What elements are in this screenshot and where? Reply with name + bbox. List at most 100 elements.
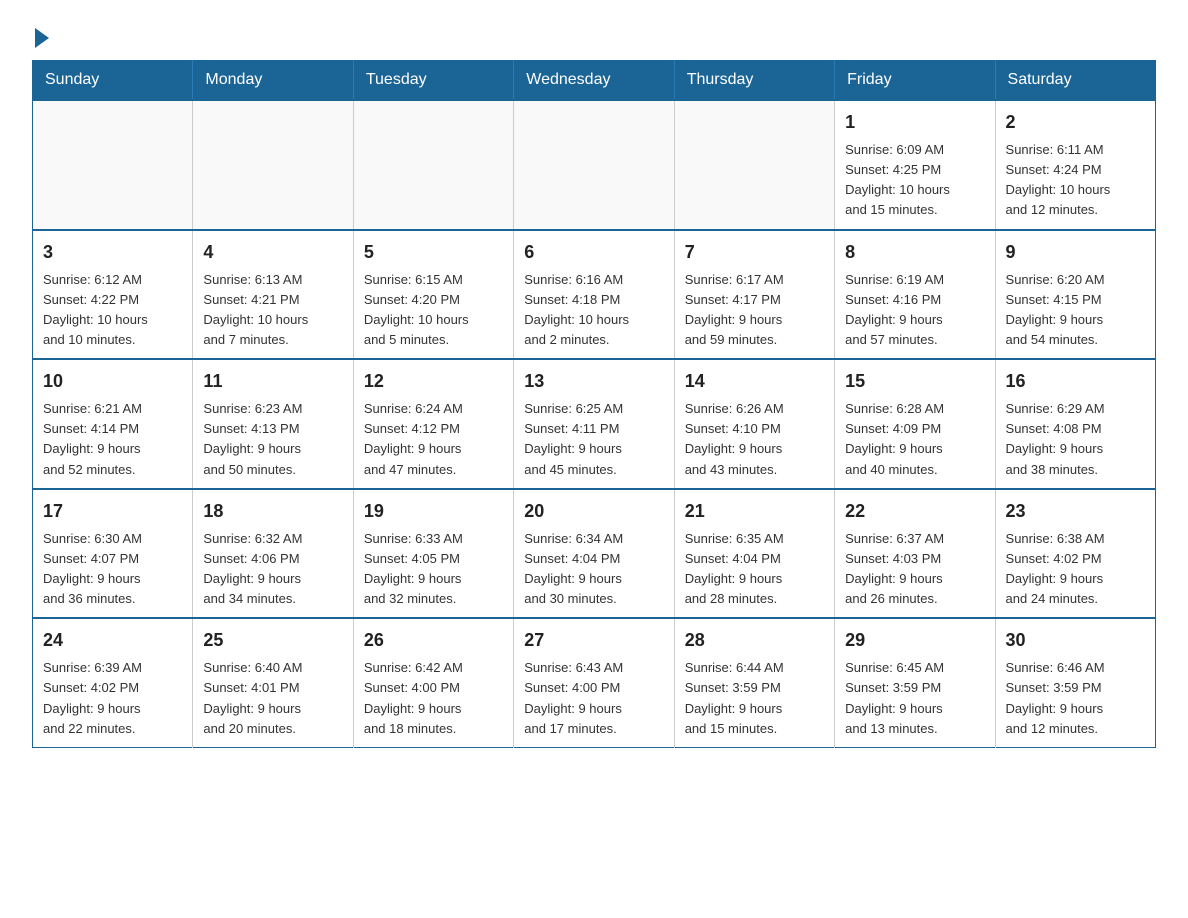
calendar-cell: 30 Sunrise: 6:46 AM Sunset: 3:59 PM Dayli… [995, 618, 1155, 747]
day-number: 19 [364, 498, 503, 525]
day-number: 29 [845, 627, 984, 654]
calendar-cell: 13 Sunrise: 6:25 AM Sunset: 4:11 PM Dayli… [514, 359, 674, 489]
day-number: 4 [203, 239, 342, 266]
week-row-5: 24 Sunrise: 6:39 AM Sunset: 4:02 PM Dayli… [33, 618, 1156, 747]
day-info: Sunrise: 6:44 AM Sunset: 3:59 PM Dayligh… [685, 658, 824, 739]
day-number: 2 [1006, 109, 1145, 136]
day-info: Sunrise: 6:34 AM Sunset: 4:04 PM Dayligh… [524, 529, 663, 610]
day-number: 5 [364, 239, 503, 266]
day-info: Sunrise: 6:23 AM Sunset: 4:13 PM Dayligh… [203, 399, 342, 480]
day-info: Sunrise: 6:16 AM Sunset: 4:18 PM Dayligh… [524, 270, 663, 351]
calendar-cell: 21 Sunrise: 6:35 AM Sunset: 4:04 PM Dayli… [674, 489, 834, 619]
calendar-cell: 15 Sunrise: 6:28 AM Sunset: 4:09 PM Dayli… [835, 359, 995, 489]
calendar-cell: 14Sunrise: 6:26 AM Sunset: 4:10 PM Dayli… [674, 359, 834, 489]
calendar-cell: 26Sunrise: 6:42 AM Sunset: 4:00 PM Dayli… [353, 618, 513, 747]
day-number: 25 [203, 627, 342, 654]
day-info: Sunrise: 6:45 AM Sunset: 3:59 PM Dayligh… [845, 658, 984, 739]
day-info: Sunrise: 6:38 AM Sunset: 4:02 PM Dayligh… [1006, 529, 1145, 610]
day-info: Sunrise: 6:33 AM Sunset: 4:05 PM Dayligh… [364, 529, 503, 610]
calendar-cell: 24 Sunrise: 6:39 AM Sunset: 4:02 PM Dayli… [33, 618, 193, 747]
calendar-cell [353, 100, 513, 230]
day-number: 21 [685, 498, 824, 525]
calendar-cell: 8 Sunrise: 6:19 AM Sunset: 4:16 PM Daylig… [835, 230, 995, 360]
weekday-header-friday: Friday [835, 61, 995, 101]
calendar-cell: 7 Sunrise: 6:17 AM Sunset: 4:17 PM Daylig… [674, 230, 834, 360]
calendar-cell: 16 Sunrise: 6:29 AM Sunset: 4:08 PM Dayli… [995, 359, 1155, 489]
day-number: 12 [364, 368, 503, 395]
day-info: Sunrise: 6:21 AM Sunset: 4:14 PM Dayligh… [43, 399, 182, 480]
week-row-4: 17 Sunrise: 6:30 AM Sunset: 4:07 PM Dayli… [33, 489, 1156, 619]
day-info: Sunrise: 6:13 AM Sunset: 4:21 PM Dayligh… [203, 270, 342, 351]
calendar-table: SundayMondayTuesdayWednesdayThursdayFrid… [32, 60, 1156, 748]
day-number: 11 [203, 368, 342, 395]
calendar-cell: 9Sunrise: 6:20 AM Sunset: 4:15 PM Daylig… [995, 230, 1155, 360]
calendar-cell: 3 Sunrise: 6:12 AM Sunset: 4:22 PM Daylig… [33, 230, 193, 360]
weekday-header-row: SundayMondayTuesdayWednesdayThursdayFrid… [33, 61, 1156, 101]
calendar-cell: 4 Sunrise: 6:13 AM Sunset: 4:21 PM Daylig… [193, 230, 353, 360]
calendar-cell: 20 Sunrise: 6:34 AM Sunset: 4:04 PM Dayli… [514, 489, 674, 619]
calendar-cell: 23 Sunrise: 6:38 AM Sunset: 4:02 PM Dayli… [995, 489, 1155, 619]
day-number: 15 [845, 368, 984, 395]
calendar-cell [674, 100, 834, 230]
day-info: Sunrise: 6:37 AM Sunset: 4:03 PM Dayligh… [845, 529, 984, 610]
day-number: 3 [43, 239, 182, 266]
day-info: Sunrise: 6:15 AM Sunset: 4:20 PM Dayligh… [364, 270, 503, 351]
day-number: 30 [1006, 627, 1145, 654]
calendar-cell: 19 Sunrise: 6:33 AM Sunset: 4:05 PM Dayli… [353, 489, 513, 619]
calendar-cell: 29 Sunrise: 6:45 AM Sunset: 3:59 PM Dayli… [835, 618, 995, 747]
calendar-cell: 5 Sunrise: 6:15 AM Sunset: 4:20 PM Daylig… [353, 230, 513, 360]
weekday-header-monday: Monday [193, 61, 353, 101]
day-info: Sunrise: 6:25 AM Sunset: 4:11 PM Dayligh… [524, 399, 663, 480]
calendar-cell: 22 Sunrise: 6:37 AM Sunset: 4:03 PM Dayli… [835, 489, 995, 619]
page-header [32, 24, 1156, 44]
day-number: 17 [43, 498, 182, 525]
logo-arrow-icon [35, 28, 49, 48]
day-info: Sunrise: 6:29 AM Sunset: 4:08 PM Dayligh… [1006, 399, 1145, 480]
day-info: Sunrise: 6:11 AM Sunset: 4:24 PM Dayligh… [1006, 140, 1145, 221]
logo [32, 24, 49, 44]
calendar-cell: 6Sunrise: 6:16 AM Sunset: 4:18 PM Daylig… [514, 230, 674, 360]
day-info: Sunrise: 6:30 AM Sunset: 4:07 PM Dayligh… [43, 529, 182, 610]
day-number: 24 [43, 627, 182, 654]
day-number: 20 [524, 498, 663, 525]
day-info: Sunrise: 6:46 AM Sunset: 3:59 PM Dayligh… [1006, 658, 1145, 739]
day-info: Sunrise: 6:28 AM Sunset: 4:09 PM Dayligh… [845, 399, 984, 480]
day-number: 14 [685, 368, 824, 395]
day-info: Sunrise: 6:17 AM Sunset: 4:17 PM Dayligh… [685, 270, 824, 351]
calendar-cell: 12 Sunrise: 6:24 AM Sunset: 4:12 PM Dayli… [353, 359, 513, 489]
day-info: Sunrise: 6:39 AM Sunset: 4:02 PM Dayligh… [43, 658, 182, 739]
day-info: Sunrise: 6:09 AM Sunset: 4:25 PM Dayligh… [845, 140, 984, 221]
weekday-header-saturday: Saturday [995, 61, 1155, 101]
calendar-cell: 11 Sunrise: 6:23 AM Sunset: 4:13 PM Dayli… [193, 359, 353, 489]
day-number: 16 [1006, 368, 1145, 395]
day-number: 10 [43, 368, 182, 395]
week-row-2: 3 Sunrise: 6:12 AM Sunset: 4:22 PM Daylig… [33, 230, 1156, 360]
day-number: 23 [1006, 498, 1145, 525]
calendar-cell: 18 Sunrise: 6:32 AM Sunset: 4:06 PM Dayli… [193, 489, 353, 619]
weekday-header-sunday: Sunday [33, 61, 193, 101]
calendar-cell [33, 100, 193, 230]
day-info: Sunrise: 6:19 AM Sunset: 4:16 PM Dayligh… [845, 270, 984, 351]
day-number: 1 [845, 109, 984, 136]
day-info: Sunrise: 6:12 AM Sunset: 4:22 PM Dayligh… [43, 270, 182, 351]
day-number: 22 [845, 498, 984, 525]
calendar-cell [193, 100, 353, 230]
calendar-cell [514, 100, 674, 230]
day-number: 13 [524, 368, 663, 395]
day-info: Sunrise: 6:35 AM Sunset: 4:04 PM Dayligh… [685, 529, 824, 610]
day-info: Sunrise: 6:43 AM Sunset: 4:00 PM Dayligh… [524, 658, 663, 739]
day-number: 7 [685, 239, 824, 266]
calendar-cell: 28Sunrise: 6:44 AM Sunset: 3:59 PM Dayli… [674, 618, 834, 747]
calendar-cell: 1 Sunrise: 6:09 AM Sunset: 4:25 PM Daylig… [835, 100, 995, 230]
week-row-1: 1 Sunrise: 6:09 AM Sunset: 4:25 PM Daylig… [33, 100, 1156, 230]
weekday-header-wednesday: Wednesday [514, 61, 674, 101]
day-info: Sunrise: 6:24 AM Sunset: 4:12 PM Dayligh… [364, 399, 503, 480]
day-info: Sunrise: 6:20 AM Sunset: 4:15 PM Dayligh… [1006, 270, 1145, 351]
week-row-3: 10 Sunrise: 6:21 AM Sunset: 4:14 PM Dayli… [33, 359, 1156, 489]
day-number: 8 [845, 239, 984, 266]
day-info: Sunrise: 6:40 AM Sunset: 4:01 PM Dayligh… [203, 658, 342, 739]
day-number: 26 [364, 627, 503, 654]
day-info: Sunrise: 6:32 AM Sunset: 4:06 PM Dayligh… [203, 529, 342, 610]
calendar-cell: 25 Sunrise: 6:40 AM Sunset: 4:01 PM Dayli… [193, 618, 353, 747]
day-number: 18 [203, 498, 342, 525]
